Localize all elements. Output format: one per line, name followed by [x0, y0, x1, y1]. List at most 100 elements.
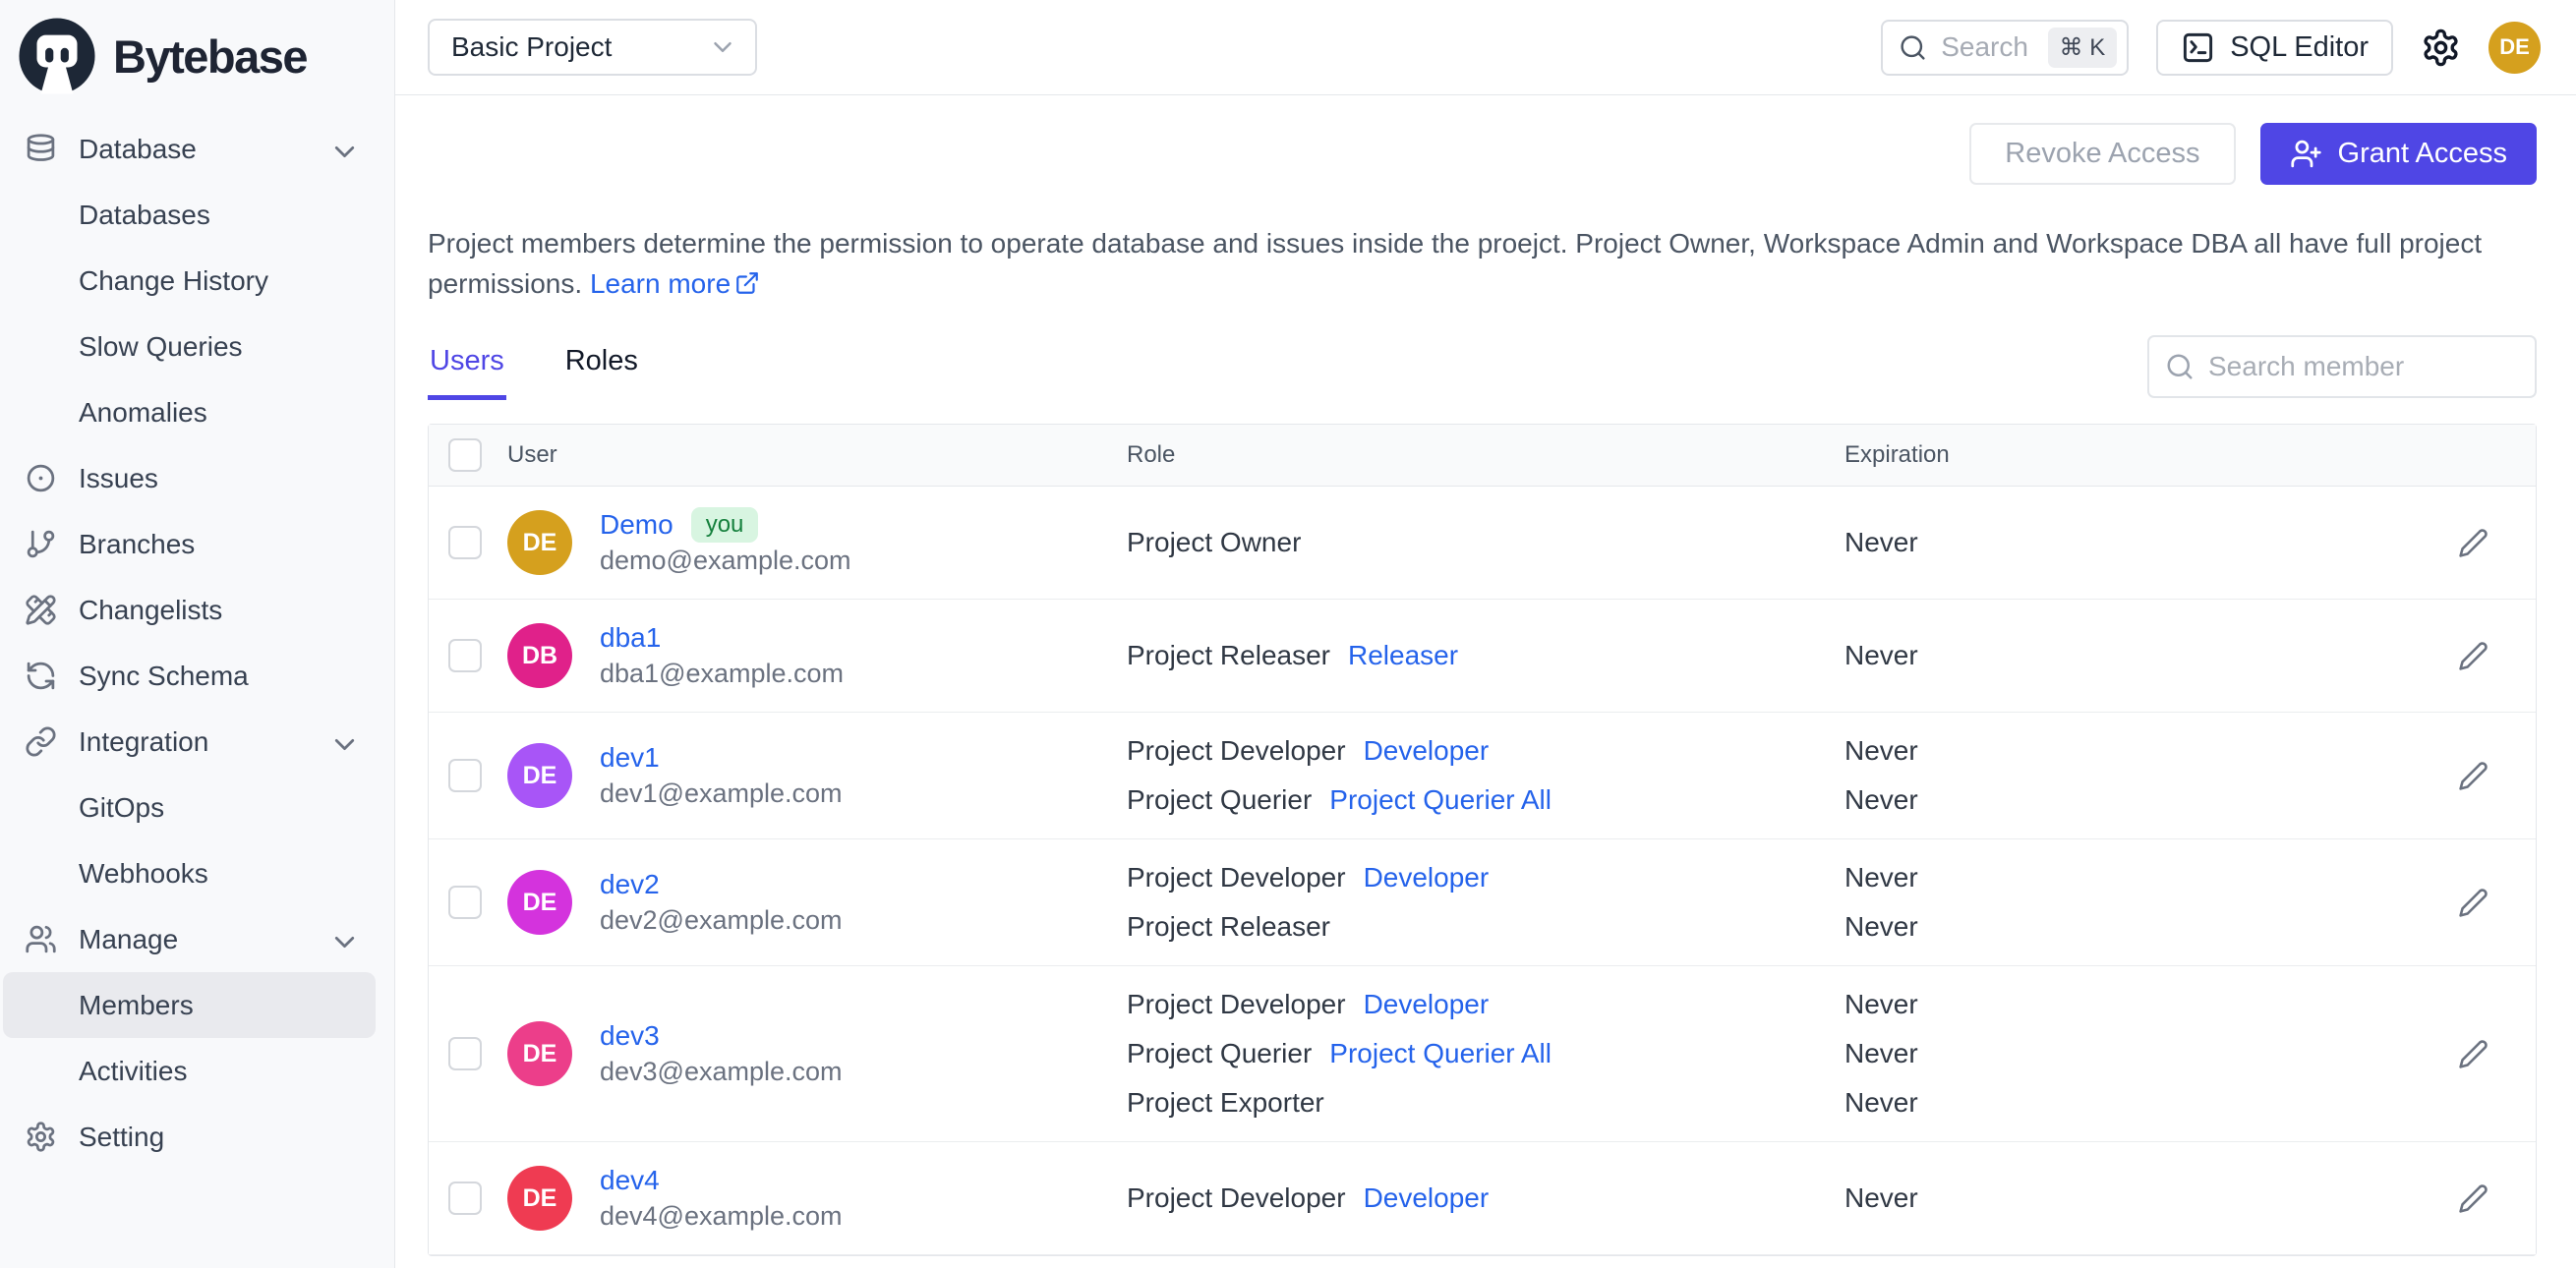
sidebar-item-slow-queries[interactable]: Slow Queries — [3, 314, 376, 379]
global-search-input[interactable]: Search ⌘ K — [1881, 19, 2130, 76]
member-name-link[interactable]: dba1 — [600, 619, 661, 656]
edit-member-button[interactable] — [2458, 761, 2488, 791]
role-label: Project Developer — [1127, 1182, 1346, 1214]
expiration-value: Never — [1844, 862, 1918, 893]
role-link[interactable]: Developer — [1364, 862, 1490, 893]
sidebar-item-anomalies[interactable]: Anomalies — [3, 379, 376, 445]
global-search-placeholder: Search — [1941, 31, 2028, 62]
search-icon — [1899, 33, 1927, 62]
sidebar-item-databases[interactable]: Databases — [3, 182, 376, 248]
role-cell: Project Owner — [1127, 518, 1844, 567]
sidebar-item-gitops[interactable]: GitOps — [3, 775, 376, 840]
sidebar-item-members[interactable]: Members — [3, 972, 376, 1038]
role-cell: Project Developer Developer Project Querie… — [1127, 980, 1844, 1127]
member-email: dev4@example.com — [600, 1201, 843, 1232]
sidebar-item-manage[interactable]: Manage — [3, 906, 376, 972]
role-link[interactable]: Developer — [1364, 735, 1490, 767]
external-link-icon — [732, 270, 758, 296]
member-name-link[interactable]: Demo — [600, 506, 673, 543]
expiration-cell: Never Never — [1844, 853, 2395, 951]
learn-more-label: Learn more — [589, 267, 732, 299]
gear-icon — [27, 1122, 55, 1152]
grant-access-label: Grant Access — [2337, 138, 2507, 169]
tab-users[interactable]: Users — [428, 345, 506, 401]
issue-icon — [27, 464, 55, 492]
sidebar-item-webhooks[interactable]: Webhooks — [3, 840, 376, 906]
sidebar-item-label: Database — [79, 133, 197, 164]
edit-member-button[interactable] — [2458, 641, 2488, 671]
avatar: DE — [507, 870, 572, 936]
member-tabs: Users Roles — [428, 345, 640, 401]
edit-member-button[interactable] — [2458, 528, 2488, 558]
row-checkbox[interactable] — [448, 639, 482, 673]
row-checkbox[interactable] — [448, 1037, 482, 1071]
member-name-link[interactable]: dev3 — [600, 1017, 660, 1054]
member-row-dev2: DE dev2 dev2@example.com Project Developer D… — [429, 839, 2536, 967]
sql-editor-button[interactable]: SQL Editor — [2156, 19, 2393, 76]
workspace-settings-button[interactable] — [2421, 28, 2461, 68]
role-label: Project Releaser — [1127, 911, 1330, 943]
member-email: demo@example.com — [600, 546, 851, 576]
sidebar-item-changelists[interactable]: Changelists — [3, 577, 376, 643]
member-row-dev1: DE dev1 dev1@example.com Project Developer D… — [429, 713, 2536, 840]
role-link[interactable]: Project Querier All — [1329, 1038, 1551, 1069]
sidebar-item-change-history[interactable]: Change History — [3, 248, 376, 314]
expiration-cell: Never — [1844, 631, 2395, 680]
sidebar-item-database[interactable]: Database — [3, 116, 376, 182]
search-icon — [2167, 354, 2193, 379]
changelist-icon — [26, 595, 56, 625]
row-checkbox[interactable] — [448, 1182, 482, 1216]
grant-access-button[interactable]: Grant Access — [2259, 123, 2537, 185]
role-link[interactable]: Releaser — [1348, 640, 1458, 671]
members-table-body: DE Demo you demo@example.com Project Owner Ne… — [429, 487, 2536, 1256]
member-row-dev4: DE dev4 dev4@example.com Project Developer D… — [429, 1142, 2536, 1256]
sidebar-item-issues[interactable]: Issues — [3, 445, 376, 511]
member-row-dev3: DE dev3 dev3@example.com Project Developer D… — [429, 966, 2536, 1143]
row-checkbox[interactable] — [448, 886, 482, 920]
sidebar-item-label: Issues — [79, 462, 158, 493]
pencil-icon — [2459, 761, 2488, 790]
members-table: User Role Expiration DE Demo you demo@examp… — [428, 424, 2537, 1257]
role-link[interactable]: Developer — [1364, 1182, 1490, 1214]
row-checkbox[interactable] — [448, 759, 482, 793]
sidebar-item-setting[interactable]: Setting — [3, 1104, 376, 1170]
role-link[interactable]: Project Querier All — [1329, 784, 1551, 816]
revoke-access-button[interactable]: Revoke Access — [1969, 123, 2236, 185]
role-link[interactable]: Developer — [1364, 989, 1490, 1020]
sidebar-item-branches[interactable]: Branches — [3, 511, 376, 577]
member-name-link[interactable]: dev2 — [600, 866, 660, 902]
expiration-value: Never — [1844, 1182, 1918, 1214]
edit-member-button[interactable] — [2458, 1183, 2488, 1214]
avatar: DE — [507, 510, 572, 576]
pencil-icon — [2459, 641, 2488, 670]
chevron-down-icon — [708, 32, 737, 62]
member-search-input[interactable]: Search member — [2147, 335, 2537, 399]
sidebar-item-integration[interactable]: Integration — [3, 709, 376, 775]
role-label: Project Developer — [1127, 862, 1346, 893]
role-cell: Project Developer Developer — [1127, 1174, 1844, 1223]
role-cell: Project Developer Developer Project Releas… — [1127, 853, 1844, 951]
learn-more-link[interactable]: Learn more — [590, 268, 758, 299]
terminal-icon — [2181, 30, 2215, 65]
role-label: Project Querier — [1127, 1038, 1313, 1069]
user-avatar[interactable]: DE — [2488, 21, 2541, 74]
pencil-icon — [2459, 1039, 2488, 1068]
expiration-cell: Never — [1844, 1174, 2395, 1223]
row-checkbox[interactable] — [448, 526, 482, 560]
tab-roles[interactable]: Roles — [563, 345, 640, 400]
member-name-link[interactable]: dev1 — [600, 739, 660, 776]
link-icon — [26, 726, 56, 757]
member-name-link[interactable]: dev4 — [600, 1162, 660, 1198]
sidebar-item-sync-schema[interactable]: Sync Schema — [3, 643, 376, 709]
gear-icon — [2424, 29, 2458, 66]
bytebase-logo[interactable]: Bytebase — [0, 0, 394, 110]
database-icon — [27, 134, 55, 161]
sidebar-item-activities[interactable]: Activities — [3, 1038, 376, 1104]
project-selector[interactable]: Basic Project — [428, 19, 757, 76]
avatar: DE — [507, 1021, 572, 1087]
edit-member-button[interactable] — [2458, 888, 2488, 918]
member-email: dev1@example.com — [600, 778, 843, 809]
member-row-demo: DE Demo you demo@example.com Project Owner Ne… — [429, 487, 2536, 601]
select-all-checkbox[interactable] — [448, 438, 482, 473]
edit-member-button[interactable] — [2458, 1039, 2488, 1069]
